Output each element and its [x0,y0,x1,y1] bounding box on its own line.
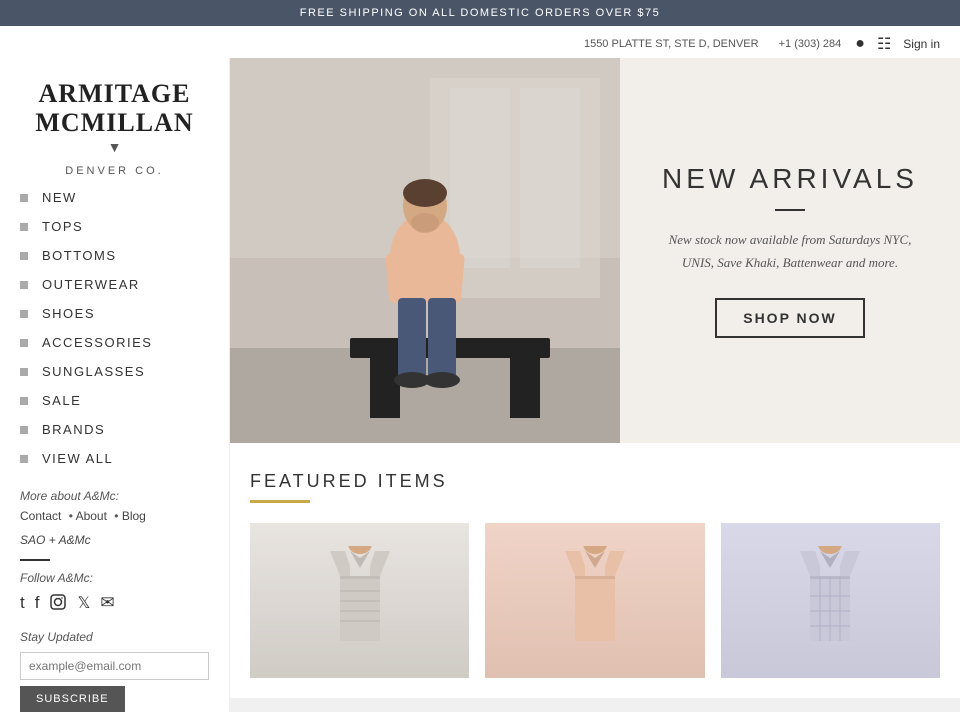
header: 1550 PLATTE ST, STE D, DENVER +1 (303) 2… [0,26,960,58]
featured-section: FEATURED ITEMS [230,443,960,698]
shop-now-button[interactable]: SHOP NOW [715,298,865,338]
nav-bullet [20,368,28,376]
header-icons: ● ☷ Sign in [855,34,940,54]
social-icons: t f 𝕏 ✉ [20,593,209,616]
facebook-icon[interactable]: f [35,593,40,616]
header-address: 1550 PLATTE ST, STE D, DENVER [584,38,759,50]
nav-item-brands[interactable]: BRANDS [0,415,229,444]
nav-item-accessories[interactable]: ACCESSORIES [0,328,229,357]
tumblr-icon[interactable]: t [20,593,25,616]
nav-item-bottoms[interactable]: BOTTOMS [0,241,229,270]
logo-sub: DENVER CO. [10,165,219,177]
email-field[interactable] [20,652,209,680]
stay-updated-label: Stay Updated [20,630,209,644]
logo-area: ARMITAGE McMILLAN ▼ DENVER CO. [0,68,229,183]
email-icon[interactable]: ✉ [100,593,114,616]
nav-bullet [20,194,28,202]
featured-item-2[interactable] [485,523,704,678]
follow-label: Follow A&Mc: [20,571,209,585]
nav-bullet [20,281,28,289]
logo-chevron: ▼ [10,141,219,157]
main-nav: NEW TOPS BOTTOMS OUTERWEAR SHOES ACCESSO… [0,183,229,473]
nav-bullet [20,223,28,231]
featured-title: FEATURED ITEMS [250,471,940,492]
hero-divider [775,209,805,211]
search-icon[interactable]: ● [855,35,865,53]
twitter-icon[interactable]: 𝕏 [77,593,90,616]
logo-line1: ARMITAGE McMILLAN [10,80,219,137]
featured-underline [250,500,310,503]
nav-item-viewall[interactable]: VIEW ALL [0,444,229,473]
sidebar-footer: More about A&Mc: Contact • About • Blog … [0,473,229,712]
nav-bullet [20,397,28,405]
content-area: NEW ARRIVALS New stock now available fro… [230,58,960,712]
header-phone: +1 (303) 284 [779,38,842,50]
divider [20,559,50,561]
hero-text-panel: NEW ARRIVALS New stock now available fro… [620,58,960,443]
hero-banner: NEW ARRIVALS New stock now available fro… [230,58,960,443]
banner-text: FREE SHIPPING ON ALL DOMESTIC ORDERS OVE… [300,7,661,19]
about-links: Contact • About • Blog [20,509,209,523]
nav-item-sunglasses[interactable]: SUNGLASSES [0,357,229,386]
nav-bullet [20,339,28,347]
about-link[interactable]: About [76,509,107,523]
nav-item-tops[interactable]: TOPS [0,212,229,241]
nav-bullet [20,252,28,260]
subscribe-button[interactable]: SUBSCRIBE [20,686,125,712]
nav-bullet [20,310,28,318]
about-label: More about A&Mc: [20,489,209,503]
nav-item-outerwear[interactable]: OUTERWEAR [0,270,229,299]
nav-item-new[interactable]: NEW [0,183,229,212]
sidebar: ARMITAGE McMILLAN ▼ DENVER CO. NEW TOPS … [0,58,230,712]
cart-icon[interactable]: ☷ [877,34,891,54]
nav-item-sale[interactable]: SALE [0,386,229,415]
blog-link[interactable]: Blog [122,509,146,523]
hero-image [230,58,620,443]
sao-link[interactable]: SAO + A&Mc [20,533,209,547]
hero-title: NEW ARRIVALS [662,163,918,195]
featured-item-1[interactable] [250,523,469,678]
featured-item-3[interactable] [721,523,940,678]
nav-bullet [20,455,28,463]
contact-link[interactable]: Contact [20,509,61,523]
main-layout: ARMITAGE McMILLAN ▼ DENVER CO. NEW TOPS … [0,58,960,712]
instagram-icon[interactable] [49,593,67,616]
nav-item-shoes[interactable]: SHOES [0,299,229,328]
featured-grid [250,523,940,678]
hero-description: New stock now available from Saturdays N… [660,229,920,273]
signin-link[interactable]: Sign in [903,37,940,51]
top-banner: FREE SHIPPING ON ALL DOMESTIC ORDERS OVE… [0,0,960,26]
nav-bullet [20,426,28,434]
